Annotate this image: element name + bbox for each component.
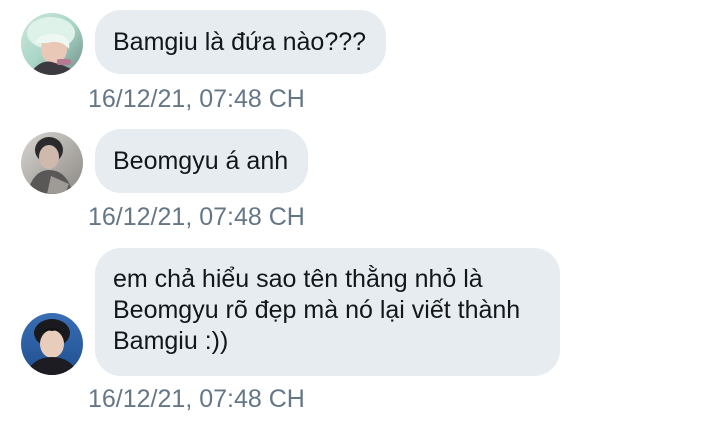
message-text: em chả hiểu sao tên thằng nhỏ là Beomgyu… [113, 265, 521, 355]
message-text: Bamgiu là đứa nào??? [113, 28, 367, 56]
message-bubble[interactable]: em chả hiểu sao tên thằng nhỏ là Beomgyu… [95, 248, 560, 376]
message-timestamp: 16/12/21, 07:48 CH [88, 203, 305, 231]
message-bubble[interactable]: Bamgiu là đứa nào??? [95, 10, 387, 74]
user-avatar-icon[interactable] [21, 132, 83, 194]
message-timestamp: 16/12/21, 07:48 CH [88, 385, 305, 413]
user-avatar-icon[interactable] [21, 313, 83, 375]
message-bubble[interactable]: Beomgyu á anh [95, 129, 309, 193]
user-avatar-icon[interactable] [21, 13, 83, 75]
message-timestamp: 16/12/21, 07:48 CH [88, 85, 305, 113]
message-text: Beomgyu á anh [113, 147, 289, 175]
message-thread: Bamgiu là đứa nào??? 16/12/21, 07:48 CH [0, 0, 720, 430]
